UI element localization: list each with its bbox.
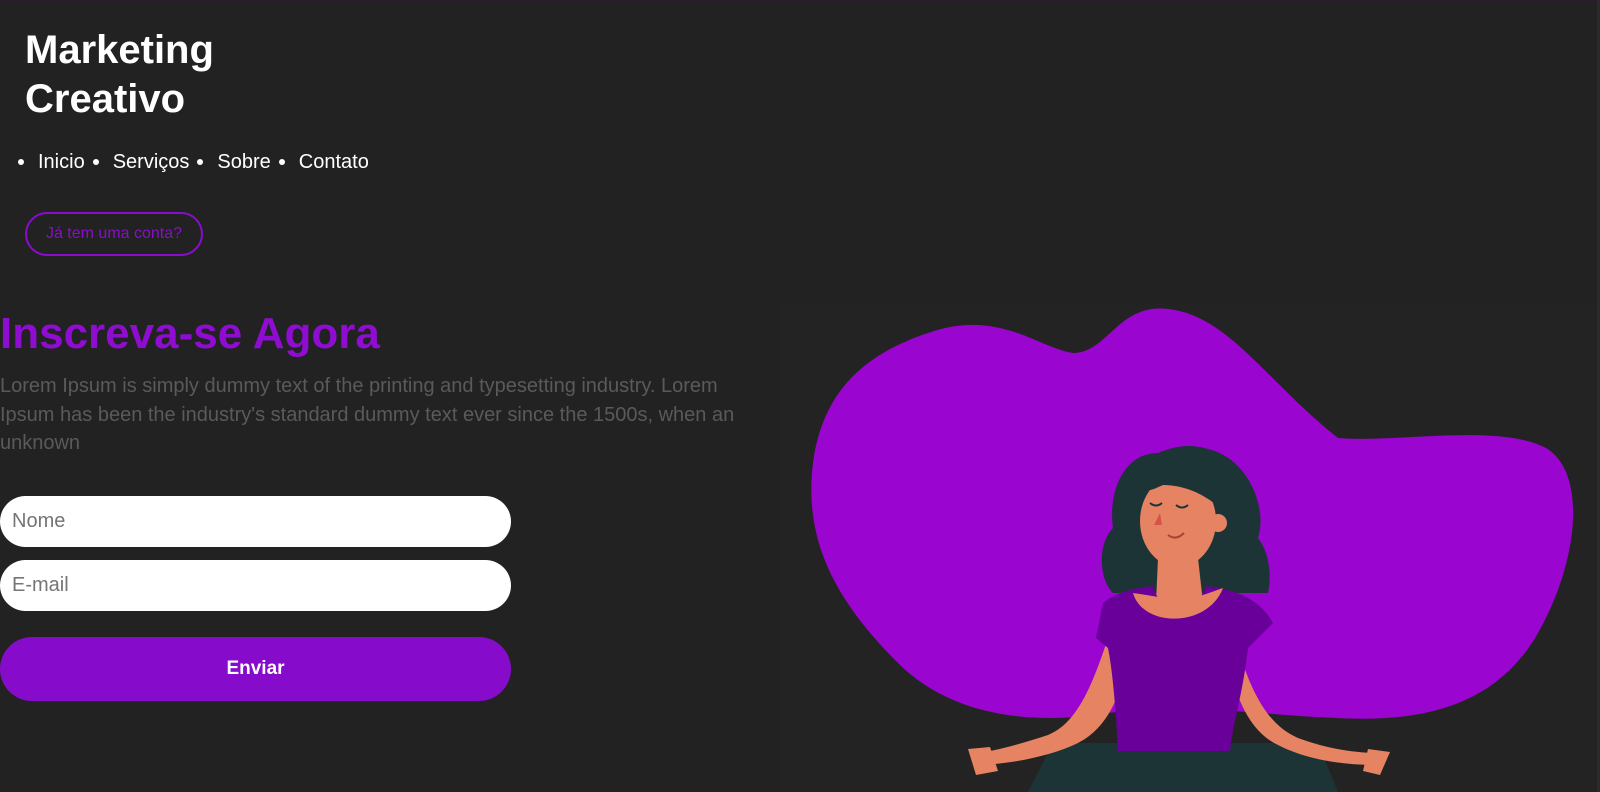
nav-item-label: Serviços (112, 151, 190, 173)
hero-illustration (778, 303, 1600, 792)
nav-item-inicio[interactable]: Inicio (18, 148, 85, 176)
brand-logo[interactable]: Marketing Creativo (25, 26, 285, 124)
nav-item-sobre[interactable]: Sobre (197, 148, 271, 176)
login-button[interactable]: Já tem uma conta? (25, 212, 203, 256)
main-nav: Inicio Serviços Sobre Contato (18, 148, 377, 176)
nav-item-servicos[interactable]: Serviços (92, 148, 190, 176)
page: Marketing Creativo Inicio Serviços Sobre… (0, 0, 1600, 792)
submit-button[interactable]: Enviar (0, 637, 511, 701)
top-border (0, 0, 1600, 1)
nav-item-label: Contato (298, 151, 369, 173)
brand-title-line1: Marketing (25, 28, 214, 72)
hero-description: Lorem Ipsum is simply dummy text of the … (0, 375, 735, 454)
bullet-icon (18, 159, 24, 165)
brand-title-line2: Creativo (25, 77, 186, 121)
meditating-woman-illustration (811, 308, 1574, 792)
name-input[interactable] (0, 496, 511, 547)
nav-item-contato[interactable]: Contato (278, 148, 369, 176)
bullet-icon (92, 159, 99, 165)
bullet-icon (278, 159, 285, 165)
bullet-icon (197, 159, 204, 165)
ear-shape (1209, 514, 1227, 532)
email-input[interactable] (0, 560, 511, 611)
hero-title: Inscreva-se Agora (0, 309, 380, 358)
nav-item-label: Sobre (217, 151, 271, 173)
nav-item-label: Inicio (38, 151, 85, 173)
